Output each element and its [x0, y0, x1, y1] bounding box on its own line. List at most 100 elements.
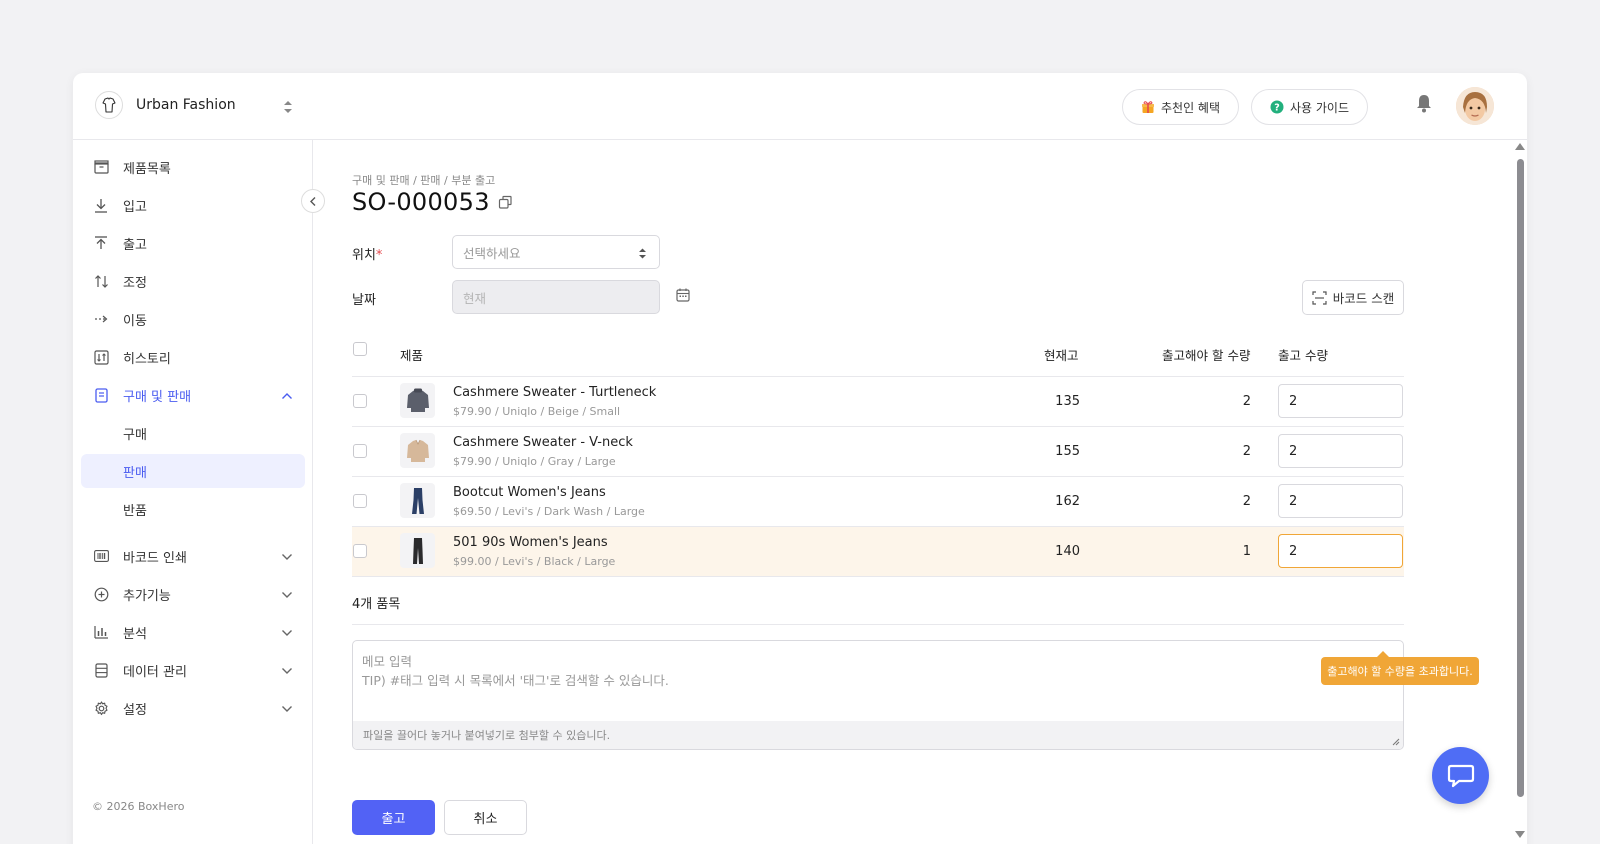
column-header-needed: 출고해야 할 수량 [1162, 348, 1251, 363]
sidebar-item-adjust[interactable]: 조정 [81, 264, 305, 298]
required-marker: * [375, 248, 383, 263]
sidebar-item-settings[interactable]: 설정 [81, 691, 305, 725]
row-checkbox[interactable] [353, 544, 367, 558]
outbound-qty-input[interactable]: 2 [1278, 484, 1403, 518]
location-placeholder: 선택하세요 [463, 245, 521, 261]
barcode-scan-button[interactable]: 바코드 스캔 [1302, 280, 1404, 315]
product-thumbnail [400, 533, 435, 568]
chevron-down-icon [281, 588, 293, 603]
product-name[interactable]: Cashmere Sweater - V-neck [453, 435, 633, 450]
date-label: 날짜 [352, 293, 376, 308]
sidebar-item-history[interactable]: 히스토리 [81, 340, 305, 374]
sidebar-subitem-purchase[interactable]: 구매 [81, 416, 305, 450]
outbound-qty-input[interactable]: 2 [1278, 434, 1403, 468]
chat-support-button[interactable] [1432, 747, 1489, 804]
needed-qty: 1 [1242, 544, 1251, 559]
arrow-down-icon [93, 197, 109, 213]
sidebar-item-label: 구매 및 판매 [123, 389, 192, 405]
table-row: Cashmere Sweater - V-neck $79.90 / Uniql… [352, 427, 1404, 476]
sidebar-item-addons[interactable]: 추가기능 [81, 577, 305, 611]
barcode-scan-label: 바코드 스캔 [1332, 291, 1395, 306]
order-number: SO-000053 [352, 188, 490, 216]
cancel-button[interactable]: 취소 [444, 800, 527, 835]
database-icon [93, 662, 109, 678]
sidebar-item-inbound[interactable]: 입고 [81, 188, 305, 222]
needed-qty: 2 [1242, 494, 1251, 509]
user-avatar[interactable] [1456, 87, 1494, 125]
brand-name: Urban Fashion [136, 97, 236, 113]
scroll-up-icon[interactable] [1515, 143, 1525, 150]
sidebar-item-outbound[interactable]: 출고 [81, 226, 305, 260]
current-stock: 155 [1055, 444, 1080, 459]
sidebar-item-label: 데이터 관리 [123, 664, 187, 680]
sidebar-item-analytics[interactable]: 분석 [81, 615, 305, 649]
sidebar-item-label: 이동 [123, 313, 147, 329]
current-stock: 162 [1055, 494, 1080, 509]
memo-tip: TIP) #태그 입력 시 목록에서 '태그'로 검색할 수 있습니다. [362, 673, 669, 688]
plus-circle-icon [93, 586, 109, 602]
chevron-down-icon [281, 550, 293, 565]
outbound-qty-input[interactable]: 2 [1278, 384, 1403, 418]
sidebar-item-label: 설정 [123, 702, 147, 718]
referral-button[interactable]: 추천인 혜택 [1122, 89, 1240, 125]
row-checkbox[interactable] [353, 394, 367, 408]
submit-outbound-button[interactable]: 출고 [352, 800, 435, 835]
divider [352, 624, 1404, 625]
select-all-checkbox[interactable] [353, 342, 367, 356]
guide-button[interactable]: ? 사용 가이드 [1251, 89, 1369, 125]
attach-hint: 파일을 끌어다 놓거나 붙여넣기로 첨부할 수 있습니다. [353, 721, 1403, 749]
workspace-switch-icon[interactable] [283, 99, 293, 118]
sidebar-collapse-button[interactable] [301, 189, 325, 213]
warning-tooltip: 출고해야 할 수량을 초과합니다. [1321, 651, 1479, 685]
row-checkbox[interactable] [353, 494, 367, 508]
copy-icon[interactable] [498, 195, 513, 210]
breadcrumb: 구매 및 판매 / 판매 / 부분 출고 [352, 174, 496, 187]
outbound-qty-input[interactable]: 2 [1278, 534, 1403, 568]
item-count: 4개 품목 [352, 597, 401, 612]
column-header-qty: 출고 수량 [1278, 348, 1328, 363]
chevron-down-icon [281, 626, 293, 641]
sidebar-item-products[interactable]: 제품목록 [81, 150, 305, 184]
scroll-down-icon[interactable] [1515, 831, 1525, 838]
sidebar-item-data-management[interactable]: 데이터 관리 [81, 653, 305, 687]
sidebar-item-purchase-sales[interactable]: 구매 및 판매 [81, 378, 305, 412]
product-name[interactable]: Bootcut Women's Jeans [453, 485, 606, 500]
date-input[interactable]: 현재 [452, 280, 660, 314]
calendar-icon[interactable] [676, 287, 690, 306]
chevron-down-icon [281, 664, 293, 679]
copyright: © 2026 BoxHero [92, 800, 185, 813]
sidebar-subitem-returns[interactable]: 반품 [81, 492, 305, 526]
chevron-left-icon [310, 196, 316, 206]
table-row-warning: 501 90s Women's Jeans $99.00 / Levi's / … [352, 527, 1404, 576]
sidebar-item-label: 히스토리 [123, 351, 171, 367]
sidebar-item-transfer[interactable]: 이동 [81, 302, 305, 336]
sidebar-item-label: 조정 [123, 275, 147, 291]
divider [352, 576, 1404, 577]
brand[interactable]: Urban Fashion [95, 91, 236, 119]
scroll-thumb[interactable] [1517, 159, 1524, 797]
gear-icon [93, 700, 109, 716]
sidebar-item-label: 제품목록 [123, 161, 171, 177]
location-label: 위치* [352, 248, 383, 263]
scrollbar[interactable] [1514, 141, 1526, 844]
app-window: Urban Fashion 추천인 혜택 ? 사용 가이드 제품목록 입고 출고… [73, 73, 1527, 844]
sidebar-item-barcode-print[interactable]: 바코드 인쇄 [81, 539, 305, 573]
product-meta: $99.00 / Levi's / Black / Large [453, 555, 616, 568]
column-header-stock: 현재고 [1044, 348, 1079, 363]
row-checkbox[interactable] [353, 444, 367, 458]
chat-icon [1447, 764, 1474, 787]
resize-handle-icon[interactable] [1392, 738, 1400, 746]
barcode-icon [93, 548, 109, 564]
sidebar-item-label: 바코드 인쇄 [123, 550, 187, 566]
arrow-right-dashed-icon [93, 311, 109, 327]
sidebar-subitem-sales[interactable]: 판매 [81, 454, 305, 488]
bell-icon[interactable] [1415, 93, 1433, 117]
product-name[interactable]: 501 90s Women's Jeans [453, 535, 608, 550]
memo-textarea[interactable]: 메모 입력 TIP) #태그 입력 시 목록에서 '태그'로 검색할 수 있습니… [352, 640, 1404, 750]
product-name[interactable]: Cashmere Sweater - Turtleneck [453, 385, 656, 400]
location-select[interactable]: 선택하세요 [452, 235, 660, 269]
needed-qty: 2 [1242, 394, 1251, 409]
help-icon: ? [1270, 100, 1284, 114]
needed-qty: 2 [1242, 444, 1251, 459]
sidebar-item-label: 추가기능 [123, 588, 171, 604]
